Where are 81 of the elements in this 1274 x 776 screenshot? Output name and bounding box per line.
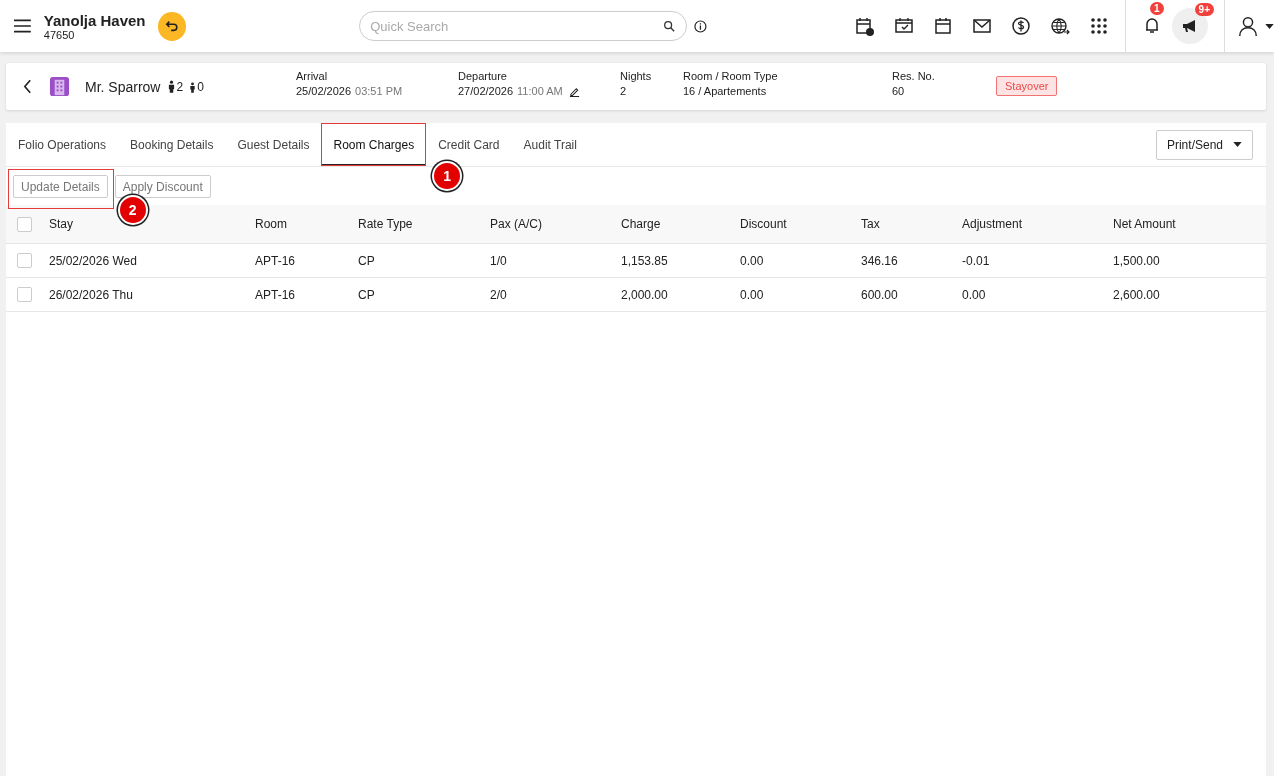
tab[interactable]: Folio Operations: [6, 123, 119, 166]
table-cell-text: 26/02/2026 Thu: [49, 287, 134, 302]
calendar-add-icon[interactable]: [855, 16, 876, 36]
table-cell-text: 1/0: [490, 253, 508, 268]
table-cell-text: -0.01: [962, 253, 991, 268]
field-label: Res. No.: [892, 70, 935, 82]
search-icon[interactable]: [663, 20, 676, 32]
mail-icon[interactable]: [972, 16, 993, 36]
calendar-icon[interactable]: [933, 16, 954, 36]
field-value: 16 / Apartements: [683, 85, 767, 97]
caret-icon: [1265, 23, 1274, 29]
caret-icon: [1233, 142, 1242, 147]
building-icon: [49, 76, 70, 97]
dollar-icon[interactable]: [1011, 16, 1032, 36]
column-header: Room: [255, 217, 288, 231]
column-header: Pax (A/C): [490, 217, 543, 231]
column-header: Charge: [621, 217, 662, 231]
table-cell-text: APT-16: [255, 287, 297, 302]
adult-count: 2: [176, 79, 184, 94]
tab[interactable]: Booking Details: [118, 123, 226, 166]
field-label: Nights: [620, 70, 652, 82]
status-badge: Stayover: [996, 76, 1058, 96]
field-time: 11:00 AM: [517, 85, 563, 97]
field-label: Arrival: [296, 70, 329, 82]
table-cell-text: 600.00: [861, 287, 899, 302]
step-number-marker: 2: [117, 195, 148, 225]
child-icon: [189, 80, 197, 93]
table-cell-text: 25/02/2026 Wed: [49, 253, 138, 268]
table-cell-text: 2/0: [490, 287, 508, 302]
print-send-button[interactable]: Print/Send: [1155, 129, 1253, 160]
info-icon[interactable]: [694, 19, 708, 33]
table-cell-text: 1,153.85: [621, 253, 669, 268]
switch-back-button[interactable]: [157, 11, 187, 41]
table-cell-text: 0.00: [962, 287, 987, 302]
column-header: Discount: [740, 217, 788, 231]
action-button[interactable]: Update Details: [13, 175, 108, 198]
field-value: 27/02/2026: [458, 85, 514, 97]
table-cell-text: 346.16: [861, 253, 899, 268]
action-button[interactable]: Apply Discount: [114, 175, 211, 198]
table-cell-text: CP: [358, 287, 376, 302]
adult-icon: [168, 80, 176, 93]
search-field[interactable]: Quick Search: [359, 11, 688, 41]
menu-icon[interactable]: [14, 19, 31, 33]
calendar-check-icon[interactable]: [894, 16, 915, 36]
hotel-name: Yanolja Haven: [43, 11, 146, 29]
tab[interactable]: Guest Details: [225, 123, 322, 166]
table-cell-text: 2,600.00: [1113, 287, 1161, 302]
column-header: Adjustment: [962, 217, 1024, 231]
field-value: 25/02/2026: [296, 85, 352, 97]
table-cell-text: 1,500.00: [1113, 253, 1161, 268]
column-header: Rate Type: [358, 217, 414, 231]
hotel-code: 47650: [43, 28, 75, 41]
apps-grid-icon[interactable]: [1089, 16, 1110, 36]
row-checkbox[interactable]: [17, 253, 32, 268]
globe-icon[interactable]: [1050, 16, 1071, 36]
table-cell-text: 0.00: [740, 253, 765, 268]
step-number-marker: 1: [432, 161, 463, 191]
notification-badge: 1: [1150, 1, 1164, 15]
table-cell-text: 0.00: [740, 287, 765, 302]
column-header: Net Amount: [1113, 217, 1177, 231]
guest-name: Mr. Sparrow: [85, 78, 161, 95]
pencil-icon[interactable]: [568, 85, 580, 97]
announcement-badge: 9+: [1194, 3, 1214, 16]
field-label: Room / Room Type: [683, 70, 778, 82]
field-time: 03:51 PM: [355, 85, 403, 97]
field-value: 60: [892, 85, 905, 97]
field-label: Departure: [458, 70, 508, 82]
table-cell-text: APT-16: [255, 253, 297, 268]
select-all-checkbox[interactable]: [17, 216, 32, 232]
table-cell-text: CP: [358, 253, 376, 268]
user-icon: [1237, 15, 1259, 37]
user-menu[interactable]: [1237, 15, 1274, 37]
field-value: 2: [620, 85, 627, 97]
undo-arrow-icon: [164, 19, 179, 33]
table-cell-text: 2,000.00: [621, 287, 669, 302]
row-checkbox[interactable]: [17, 287, 32, 302]
column-header: Tax: [861, 217, 881, 231]
tab[interactable]: Audit Trail: [511, 123, 589, 166]
column-header: Stay: [49, 217, 74, 231]
child-count: 0: [197, 79, 204, 94]
back-icon[interactable]: [23, 79, 32, 94]
